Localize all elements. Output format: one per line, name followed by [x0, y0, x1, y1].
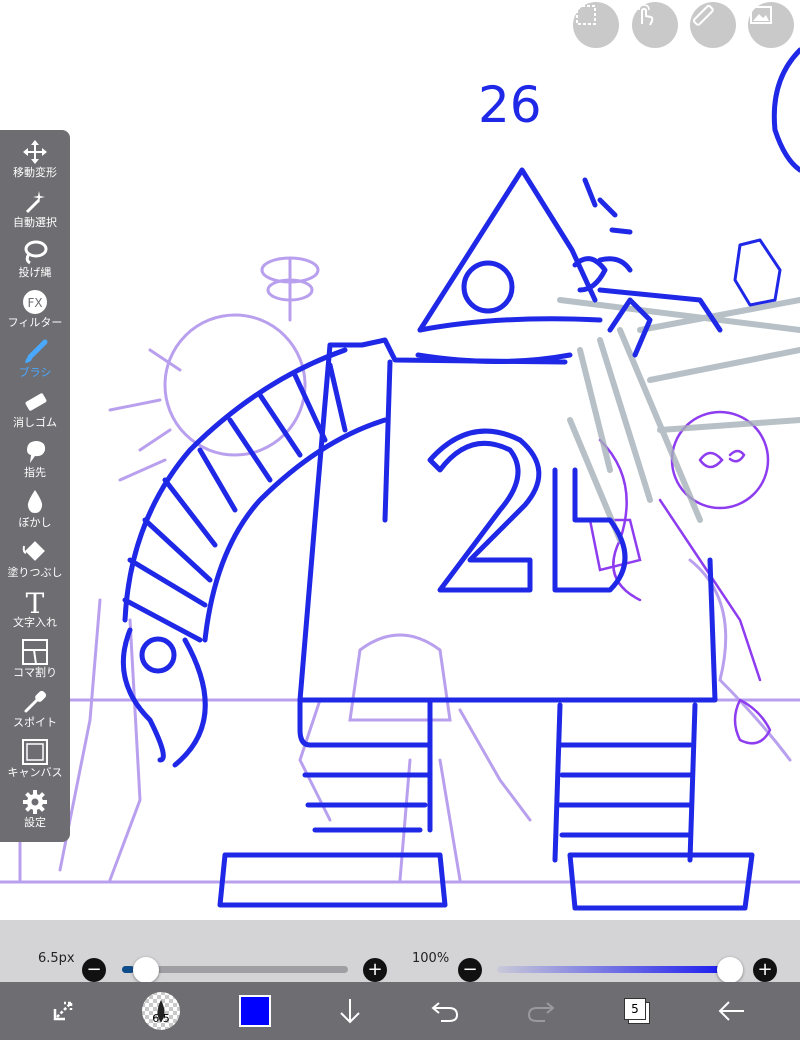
page-number-26: 26 [478, 76, 542, 134]
redo-icon[interactable] [524, 994, 558, 1028]
tool-auto-select[interactable]: 自動選択 [0, 188, 70, 238]
svg-text:T: T [26, 588, 45, 616]
tool-label: ぼかし [18, 516, 52, 529]
tool-brush[interactable]: ブラシ [0, 338, 70, 388]
tool-label: ブラシ [18, 366, 52, 379]
bottom-toolbar: 6.5 5 [0, 982, 800, 1040]
touch-gesture-icon[interactable] [632, 2, 678, 48]
opacity-increase-button[interactable]: + [753, 958, 777, 982]
slider-bar: 6.5px − + 100% − + [0, 920, 800, 983]
tool-label: コマ割り [13, 666, 57, 679]
layers-button[interactable]: 5 [620, 994, 654, 1028]
layers-icon: 5 [622, 996, 652, 1026]
tool-panel: 移動変形 自動選択 投げ縄 FX フィルター ブラシ 消しゴム 指先 ぼかし 塗… [0, 130, 70, 842]
tool-frame-divider[interactable]: コマ割り [0, 638, 70, 688]
current-color-swatch [239, 995, 271, 1027]
eraser-icon [20, 388, 50, 416]
blur-drop-icon [20, 488, 50, 516]
swap-transform-icon[interactable] [48, 994, 82, 1028]
opacity-slider[interactable] [497, 966, 733, 973]
tool-label: 消しゴム [13, 416, 57, 429]
tool-filter[interactable]: FX フィルター [0, 288, 70, 338]
tool-label: 指先 [24, 466, 46, 479]
eyedropper-icon [20, 688, 50, 716]
undo-icon[interactable] [428, 994, 462, 1028]
brush-size-value: 6.5px [38, 951, 75, 966]
tool-label: 自動選択 [13, 216, 57, 229]
tool-finger[interactable]: 指先 [0, 438, 70, 488]
fill-bucket-icon [20, 538, 50, 566]
tool-label: スポイト [13, 716, 57, 729]
frame-divider-icon [20, 638, 50, 666]
layer-count: 5 [624, 998, 646, 1020]
brush-preview-button[interactable]: 6.5 [142, 992, 180, 1030]
svg-text:FX: FX [27, 296, 42, 310]
brush-size-decrease-button[interactable]: − [82, 958, 106, 982]
tool-eraser[interactable]: 消しゴム [0, 388, 70, 438]
tool-label: 文字入れ [13, 616, 57, 629]
drawing-canvas[interactable]: 26 [0, 0, 800, 920]
opacity-decrease-button[interactable]: − [458, 958, 482, 982]
tool-label: 投げ縄 [18, 266, 52, 279]
ruler-icon[interactable] [690, 2, 736, 48]
tool-lasso[interactable]: 投げ縄 [0, 238, 70, 288]
tool-label: 設定 [24, 816, 46, 829]
tool-eyedropper[interactable]: スポイト [0, 688, 70, 738]
tool-text[interactable]: T 文字入れ [0, 588, 70, 638]
tool-label: 移動変形 [13, 166, 57, 179]
tool-label: フィルター [7, 316, 63, 329]
opacity-slider-knob[interactable] [717, 957, 743, 983]
brush-size-slider-knob[interactable] [133, 957, 159, 983]
fx-icon: FX [20, 288, 50, 316]
selection-icon[interactable] [573, 2, 619, 48]
tool-move-transform[interactable]: 移動変形 [0, 138, 70, 188]
layer-image-icon[interactable] [748, 2, 794, 48]
tool-blur[interactable]: ぼかし [0, 488, 70, 538]
text-icon: T [20, 588, 50, 616]
back-arrow-icon[interactable] [715, 994, 749, 1028]
move-arrows-icon [20, 138, 50, 166]
opacity-value: 100% [412, 951, 450, 966]
tool-canvas[interactable]: キャンバス [0, 738, 70, 788]
tool-label: 塗りつぶし [7, 566, 63, 579]
lasso-icon [20, 238, 50, 266]
down-arrow-icon[interactable] [333, 994, 367, 1028]
sketch-artwork: 26 [0, 47, 800, 911]
brush-icon [20, 338, 50, 366]
gear-icon [20, 788, 50, 816]
canvas-icon [20, 738, 50, 766]
brush-size-badge: 6.5 [152, 1011, 170, 1025]
brush-size-increase-button[interactable]: + [363, 958, 387, 982]
tool-label: キャンバス [7, 766, 63, 779]
color-swatch-button[interactable] [238, 994, 272, 1028]
tool-fill[interactable]: 塗りつぶし [0, 538, 70, 588]
magic-wand-icon [20, 188, 50, 216]
finger-smudge-icon [20, 438, 50, 466]
tool-settings[interactable]: 設定 [0, 788, 70, 838]
